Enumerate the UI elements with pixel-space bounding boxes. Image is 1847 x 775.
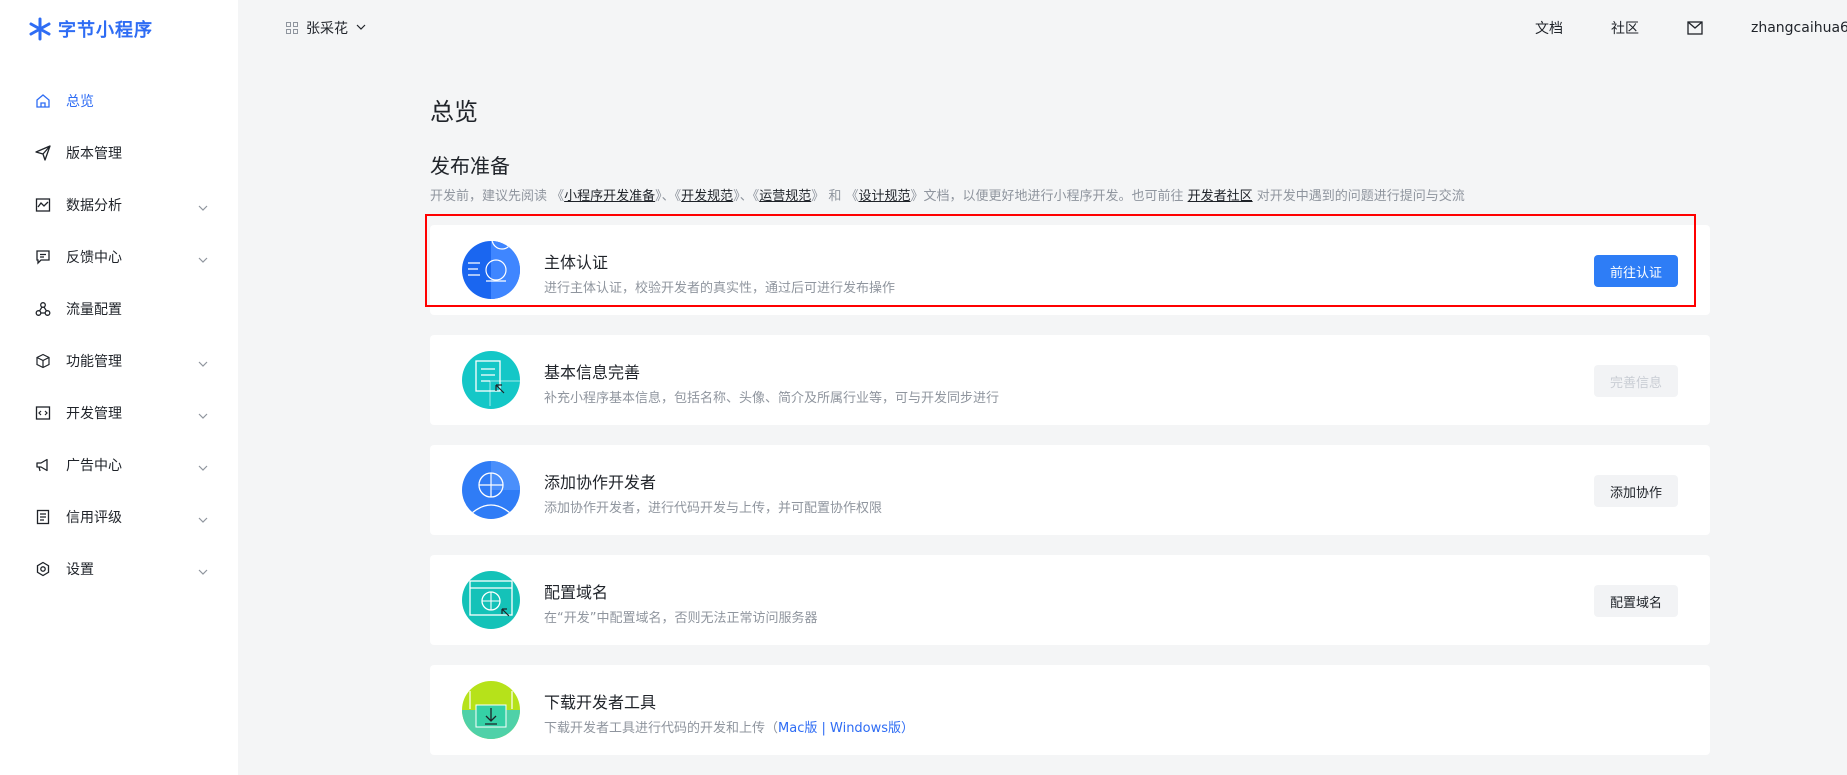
- dev-community-link[interactable]: 开发者社区: [1188, 189, 1253, 204]
- sidebar-item-label: 设置: [66, 562, 94, 578]
- page-title: 总览: [430, 98, 478, 126]
- windows-download-link[interactable]: Windows版: [830, 721, 901, 736]
- sidebar-item-label: 信用评级: [66, 510, 122, 526]
- sidebar-item-label: 开发管理: [66, 406, 122, 422]
- chart-icon: [34, 196, 52, 214]
- sidebar-item-features[interactable]: 功能管理: [0, 335, 238, 387]
- collaborator-icon: [462, 461, 520, 519]
- mac-download-link[interactable]: Mac版: [778, 721, 817, 736]
- header-actions: 文档 社区 zhangcaihua6(: [1535, 18, 1847, 38]
- chevron-down-icon: [198, 458, 208, 471]
- sidebar-item-ads[interactable]: 广告中心: [0, 439, 238, 491]
- subtitle-text: ）: [901, 721, 915, 736]
- add-collaborator-button[interactable]: 添加协作: [1593, 475, 1678, 507]
- sidebar-item-label: 流量配置: [66, 302, 122, 318]
- docs-link[interactable]: 文档: [1535, 18, 1563, 38]
- user-name[interactable]: zhangcaihua6(: [1751, 20, 1847, 36]
- dev-spec-link[interactable]: 开发规范: [681, 189, 733, 204]
- app-name: 张采花: [306, 21, 348, 37]
- card-title: 下载开发者工具: [544, 693, 657, 712]
- chevron-down-icon: [198, 562, 208, 575]
- sidebar-item-label: 广告中心: [66, 458, 122, 474]
- home-icon: [34, 92, 52, 110]
- sidebar-item-label: 反馈中心: [66, 250, 122, 266]
- sidebar-item-label: 功能管理: [66, 354, 122, 370]
- complete-info-button[interactable]: 完善信息: [1593, 365, 1678, 397]
- subtitle-text: 下载开发者工具进行代码的开发和上传（: [544, 721, 779, 736]
- design-spec-link[interactable]: 设计规范: [858, 189, 910, 204]
- megaphone-icon: [34, 456, 52, 474]
- card-domain: 配置域名 在“开发”中配置域名，否则无法正常访问服务器 配置域名: [430, 555, 1710, 645]
- card-subtitle: 在“开发”中配置域名，否则无法正常访问服务器: [544, 611, 818, 626]
- chevron-down-icon: [198, 250, 208, 263]
- go-verify-button[interactable]: 前往认证: [1593, 255, 1678, 287]
- link-separator: |: [817, 721, 831, 736]
- verification-icon: [462, 241, 520, 299]
- message-icon: [34, 248, 52, 266]
- section-description: 开发前，建议先阅读 《小程序开发准备》、《开发规范》、《运营规范》 和 《设计规…: [430, 185, 1465, 204]
- card-collaborators: 添加协作开发者 添加协作开发者，进行代码开发与上传，并可配置协作权限 添加协作: [430, 445, 1710, 535]
- app-switcher[interactable]: 张采花: [286, 18, 366, 38]
- chevron-down-icon: [198, 354, 208, 367]
- grid-icon: [286, 22, 298, 34]
- sidebar-item-overview[interactable]: 总览: [0, 75, 238, 127]
- card-download-tools: 下载开发者工具 下载开发者工具进行代码的开发和上传（Mac版 | Windows…: [430, 665, 1710, 755]
- chevron-down-icon: [198, 406, 208, 419]
- sidebar-item-version[interactable]: 版本管理: [0, 127, 238, 179]
- chevron-down-icon: [198, 510, 208, 523]
- chevron-down-icon: [198, 198, 208, 211]
- sidebar-item-label: 版本管理: [66, 146, 122, 162]
- sidebar: 字节小程序 总览 版本管理 数据分析 反馈中心 流量配置 功能管理 开发管理 广…: [0, 0, 238, 775]
- card-subtitle: 进行主体认证，校验开发者的真实性，通过后可进行发布操作: [544, 281, 896, 296]
- desc-text: 》、《: [733, 189, 760, 204]
- domain-icon: [462, 571, 520, 629]
- desc-text: 对开发中遇到的问题进行提问与交流: [1252, 189, 1465, 204]
- desc-text: 》、《: [655, 189, 682, 204]
- sidebar-item-settings[interactable]: 设置: [0, 543, 238, 595]
- sidebar-nav: 总览 版本管理 数据分析 反馈中心 流量配置 功能管理 开发管理 广告中心 信用…: [0, 75, 238, 595]
- config-domain-button[interactable]: 配置域名: [1593, 585, 1678, 617]
- send-icon: [34, 144, 52, 162]
- top-header: 张采花 文档 社区 zhangcaihua6(: [238, 0, 1847, 56]
- sidebar-item-dev[interactable]: 开发管理: [0, 387, 238, 439]
- logo[interactable]: 字节小程序: [28, 16, 153, 42]
- mail-icon[interactable]: [1687, 21, 1703, 35]
- download-icon: [462, 681, 520, 739]
- card-title: 基本信息完善: [544, 363, 641, 382]
- card-title: 主体认证: [544, 253, 609, 272]
- chevron-down-icon: [356, 20, 366, 36]
- ops-spec-link[interactable]: 运营规范: [759, 189, 811, 204]
- sidebar-item-label: 总览: [66, 94, 94, 110]
- logo-text: 字节小程序: [58, 20, 153, 41]
- sidebar-item-credit[interactable]: 信用评级: [0, 491, 238, 543]
- desc-text: 》 和 《: [811, 189, 859, 204]
- section-title: 发布准备: [430, 154, 510, 178]
- dev-prep-link[interactable]: 小程序开发准备: [564, 189, 655, 204]
- document-icon: [34, 508, 52, 526]
- card-title: 配置域名: [544, 583, 609, 602]
- gear-icon: [34, 560, 52, 578]
- sidebar-item-analytics[interactable]: 数据分析: [0, 179, 238, 231]
- desc-text: 》文档，以便更好地进行小程序开发。也可前往: [910, 189, 1188, 204]
- sidebar-item-feedback[interactable]: 反馈中心: [0, 231, 238, 283]
- code-icon: [34, 404, 52, 422]
- card-subtitle: 补充小程序基本信息，包括名称、头像、简介及所属行业等，可与开发同步进行: [544, 391, 1000, 406]
- card-title: 添加协作开发者: [544, 473, 657, 492]
- sidebar-item-traffic[interactable]: 流量配置: [0, 283, 238, 335]
- cube-icon: [34, 352, 52, 370]
- logo-icon: [29, 17, 51, 41]
- card-basic-info: 基本信息完善 补充小程序基本信息，包括名称、头像、简介及所属行业等，可与开发同步…: [430, 335, 1710, 425]
- sidebar-item-label: 数据分析: [66, 198, 122, 214]
- desc-text: 开发前，建议先阅读 《: [430, 189, 565, 204]
- basic-info-icon: [462, 351, 520, 409]
- community-link[interactable]: 社区: [1611, 18, 1639, 38]
- card-subtitle: 添加协作开发者，进行代码开发与上传，并可配置协作权限: [544, 501, 883, 516]
- share-icon: [34, 300, 52, 318]
- card-subtitle: 下载开发者工具进行代码的开发和上传（Mac版 | Windows版）: [544, 717, 914, 736]
- card-verification: 主体认证 进行主体认证，校验开发者的真实性，通过后可进行发布操作 前往认证: [430, 225, 1710, 315]
